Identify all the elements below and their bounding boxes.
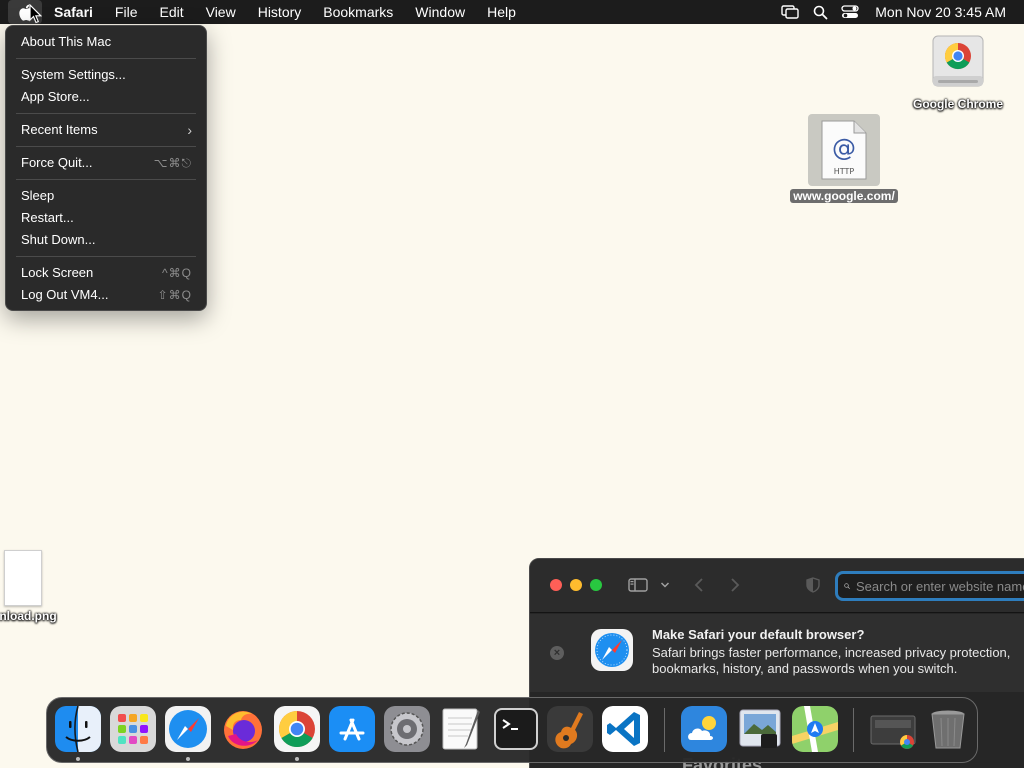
chevron-down-icon[interactable] — [658, 574, 672, 596]
keyboard-shortcut: ^⌘Q — [162, 266, 192, 280]
dock-separator — [853, 708, 854, 752]
menu-item-label: System Settings... — [21, 67, 126, 82]
dock-trash-icon[interactable] — [925, 706, 971, 752]
menu-item-label: Restart... — [21, 210, 74, 225]
back-arrow-icon[interactable] — [690, 574, 708, 596]
safari-compass-icon — [591, 629, 633, 671]
control-center-icon[interactable] — [835, 0, 865, 24]
banner-title: Make Safari your default browser? — [652, 627, 865, 642]
dock-finder-icon[interactable] — [55, 706, 101, 752]
window-zoom-button[interactable] — [590, 579, 602, 591]
menu-item-lock-screen[interactable]: Lock Screen ^⌘Q — [6, 262, 206, 284]
desktop-icon-webloc[interactable]: @ HTTP www.google.com/ — [786, 114, 902, 203]
menu-item-label: Shut Down... — [21, 232, 96, 247]
privacy-shield-icon[interactable] — [804, 574, 822, 596]
dock-preview-icon[interactable] — [737, 706, 783, 752]
menu-history[interactable]: History — [247, 0, 313, 24]
dock-downloads-stack-icon[interactable] — [867, 706, 919, 752]
menu-app-safari[interactable]: Safari — [42, 0, 104, 24]
menu-item-label: Force Quit... — [21, 155, 93, 170]
menu-separator — [16, 113, 196, 114]
menu-separator — [16, 146, 196, 147]
keyboard-shortcut: ⌥⌘⎋ — [153, 156, 192, 170]
mouse-cursor-icon — [29, 4, 42, 24]
menu-bookmarks[interactable]: Bookmarks — [312, 0, 404, 24]
desktop-icon-label: www.google.com/ — [790, 189, 898, 203]
menu-separator — [16, 256, 196, 257]
search-icon — [844, 583, 850, 589]
dock-app-store-icon[interactable] — [329, 706, 375, 752]
menu-view[interactable]: View — [195, 0, 247, 24]
http-badge: HTTP — [833, 167, 855, 176]
forward-arrow-icon[interactable] — [726, 574, 744, 596]
menu-item-label: Lock Screen — [21, 265, 94, 280]
menu-bar: Safari File Edit View History Bookmarks … — [0, 0, 1024, 24]
dock-maps-icon[interactable] — [792, 706, 838, 752]
menu-item-about-this-mac[interactable]: About This Mac — [6, 31, 206, 53]
menu-item-log-out[interactable]: Log Out VM4... ⇧⌘Q — [6, 284, 206, 306]
menu-help[interactable]: Help — [476, 0, 527, 24]
safari-toolbar — [530, 559, 1024, 613]
menu-item-system-settings[interactable]: System Settings... — [6, 64, 206, 86]
menu-file[interactable]: File — [104, 0, 149, 24]
dock-firefox-icon[interactable] — [220, 706, 266, 752]
banner-close-icon[interactable]: × — [550, 646, 564, 660]
chrome-installer-disk-icon — [932, 35, 984, 87]
dock-running-indicator — [186, 757, 190, 761]
dock-weather-icon[interactable] — [681, 706, 727, 752]
dock-safari-icon[interactable] — [165, 706, 211, 752]
window-close-button[interactable] — [550, 579, 562, 591]
chevron-right-icon: › — [187, 122, 192, 138]
menu-separator — [16, 58, 196, 59]
dock-running-indicator — [76, 757, 80, 761]
menu-item-shut-down[interactable]: Shut Down... — [6, 229, 206, 251]
default-browser-banner: × Make Safari your default browser? Safa… — [530, 614, 1024, 692]
banner-body: Safari brings faster performance, increa… — [652, 645, 1011, 676]
dock-running-indicator — [295, 757, 299, 761]
png-file-icon — [4, 550, 42, 606]
menu-bar-status-area: Mon Nov 20 3:45 AM — [775, 0, 1024, 24]
desktop-icon-label: Google Chrome — [912, 97, 1003, 111]
dock-launchpad-icon[interactable] — [110, 706, 156, 752]
dock — [46, 697, 978, 763]
keyboard-shortcut: ⇧⌘Q — [157, 288, 192, 302]
menu-edit[interactable]: Edit — [148, 0, 194, 24]
menu-item-label: About This Mac — [21, 34, 112, 49]
desktop-icon-label: nload.png — [0, 609, 57, 623]
sidebar-toggle-icon[interactable] — [626, 574, 650, 596]
dock-vscode-icon[interactable] — [602, 706, 648, 752]
menu-item-app-store[interactable]: App Store... — [6, 86, 206, 108]
apple-menu-dropdown: About This Mac System Settings... App St… — [5, 25, 207, 311]
address-bar[interactable] — [835, 571, 1024, 601]
menu-window[interactable]: Window — [404, 0, 476, 24]
menu-item-label: App Store... — [21, 89, 90, 104]
window-minimize-button[interactable] — [570, 579, 582, 591]
screen-mirroring-icon[interactable] — [775, 0, 805, 24]
menu-item-recent-items[interactable]: Recent Items › — [6, 119, 206, 141]
svg-text:@: @ — [832, 134, 856, 162]
menu-separator — [16, 179, 196, 180]
menu-item-force-quit[interactable]: Force Quit... ⌥⌘⎋ — [6, 152, 206, 174]
dock-chrome-icon[interactable] — [274, 706, 320, 752]
dock-textedit-icon[interactable] — [438, 706, 484, 752]
dock-garageband-icon[interactable] — [547, 706, 593, 752]
dock-separator — [664, 708, 665, 752]
menu-item-label: Log Out VM4... — [21, 287, 109, 302]
spotlight-search-icon[interactable] — [805, 0, 835, 24]
desktop-icon-google-chrome[interactable]: Google Chrome — [908, 34, 1008, 111]
menu-item-restart[interactable]: Restart... — [6, 207, 206, 229]
menu-item-sleep[interactable]: Sleep — [6, 185, 206, 207]
dock-terminal-icon[interactable] — [493, 706, 539, 752]
dock-system-settings-icon[interactable] — [384, 706, 430, 752]
menu-item-label: Sleep — [21, 188, 55, 203]
desktop-icon-png[interactable]: nload.png — [0, 550, 64, 623]
menu-bar-clock[interactable]: Mon Nov 20 3:45 AM — [865, 4, 1024, 20]
menu-item-label: Recent Items — [21, 122, 98, 137]
search-input[interactable] — [856, 578, 1024, 594]
